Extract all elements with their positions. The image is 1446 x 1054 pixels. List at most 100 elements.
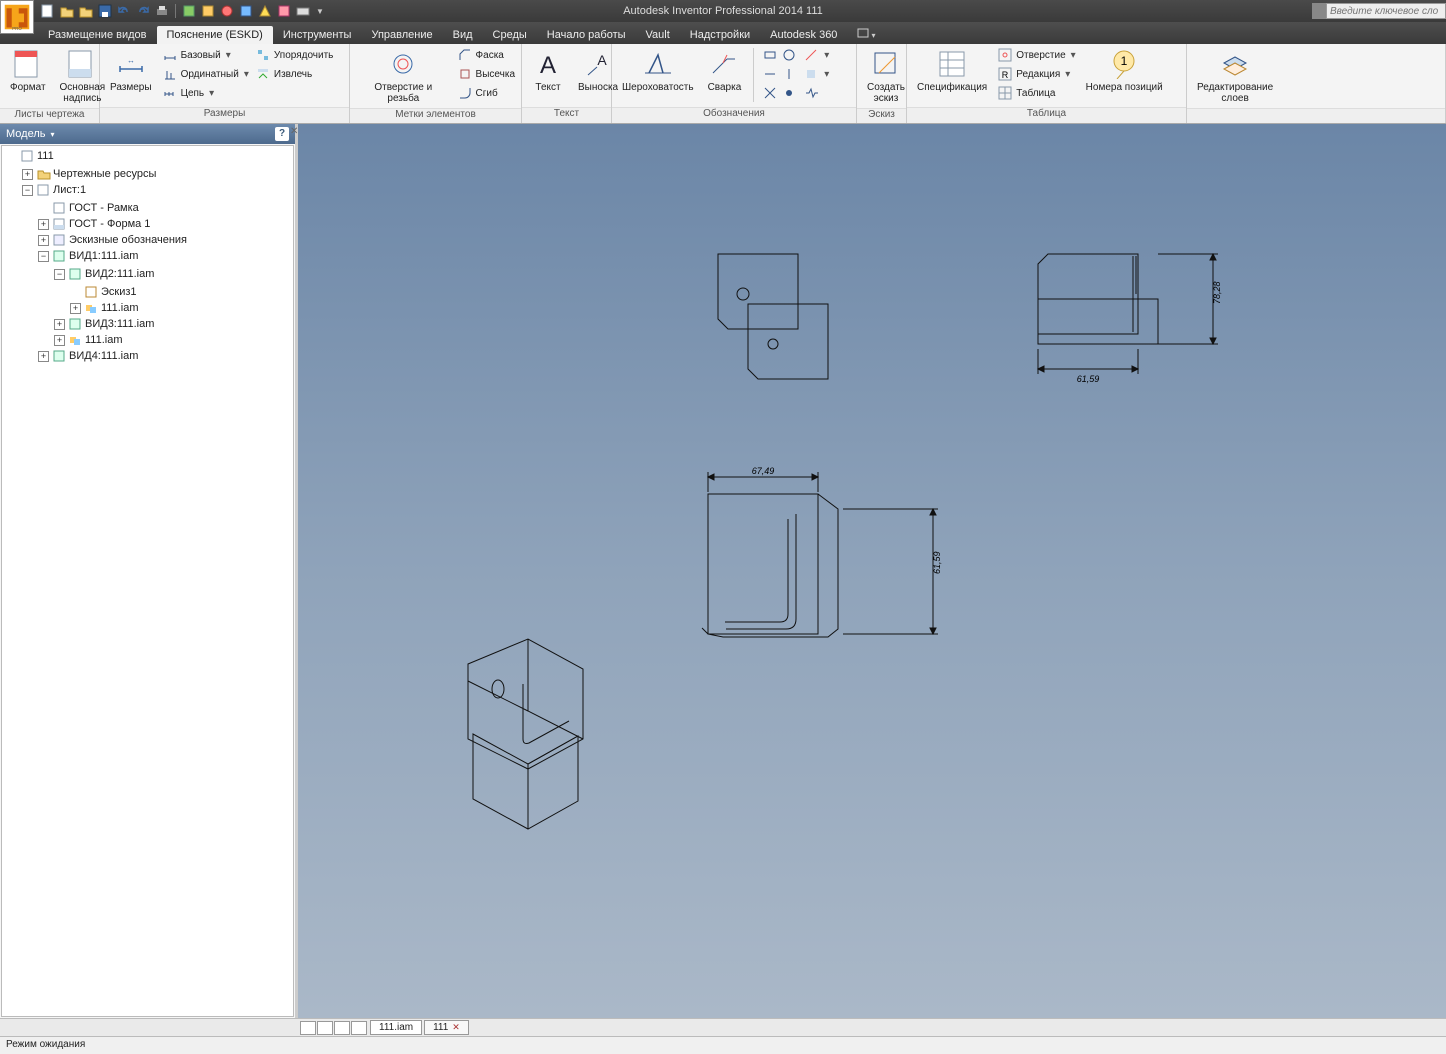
viewmode-1-icon[interactable] bbox=[300, 1021, 316, 1035]
chain-button[interactable]: Цепь▾ bbox=[162, 84, 249, 102]
qat-icon-1[interactable] bbox=[181, 3, 197, 19]
viewmode-4-icon[interactable] bbox=[351, 1021, 367, 1035]
svg-text:PRO: PRO bbox=[12, 26, 22, 31]
drawing-canvas[interactable]: 78,28 61,59 67,49 bbox=[298, 124, 1446, 1018]
doc-tab-iam[interactable]: 111.iam bbox=[370, 1020, 422, 1035]
search-arrow-icon[interactable] bbox=[1312, 3, 1326, 19]
save-icon[interactable] bbox=[97, 3, 113, 19]
help-icon[interactable]: ? bbox=[275, 127, 289, 141]
bend-button[interactable]: Сгиб bbox=[457, 84, 515, 102]
retrieve-button[interactable]: Извлечь bbox=[255, 65, 334, 83]
new-icon[interactable] bbox=[40, 3, 56, 19]
model-browser: Модель ▾ ? 111 +Чертежные ресурсы −Лист:… bbox=[0, 124, 298, 1018]
tree-item[interactable]: −ВИД1:111.iam −ВИД2:111.iam Эскиз1 +111.… bbox=[38, 248, 291, 348]
sym-1[interactable] bbox=[762, 46, 797, 64]
title-search bbox=[1312, 3, 1446, 19]
tree-item[interactable]: Эскиз1 bbox=[70, 284, 291, 300]
keyword-search-input[interactable] bbox=[1326, 3, 1446, 19]
tree-item[interactable]: +ВИД4:111.iam bbox=[38, 348, 291, 364]
open-icon[interactable] bbox=[59, 3, 75, 19]
format-button[interactable]: Формат bbox=[6, 46, 50, 95]
tab-manage[interactable]: Управление bbox=[361, 26, 442, 44]
svg-text:1: 1 bbox=[1121, 54, 1128, 68]
panel-label-dims: Размеры bbox=[100, 107, 349, 123]
viewmode-2-icon[interactable] bbox=[317, 1021, 333, 1035]
qat-icon-3[interactable] bbox=[219, 3, 235, 19]
chamfer-button[interactable]: Фаска bbox=[457, 46, 515, 64]
tree-item[interactable]: ГОСТ - Рамка bbox=[38, 200, 291, 216]
svg-text:61,59: 61,59 bbox=[1077, 374, 1100, 384]
tree-item[interactable]: +ГОСТ - Форма 1 bbox=[38, 216, 291, 232]
arrange-button[interactable]: Упорядочить bbox=[255, 46, 334, 64]
tree-item[interactable]: +Эскизные обозначения bbox=[38, 232, 291, 248]
weld-button[interactable]: Сварка bbox=[704, 46, 746, 95]
tree-item[interactable]: −ВИД2:111.iam Эскиз1 +111.iam bbox=[54, 266, 291, 316]
work-area: Модель ▾ ? 111 +Чертежные ресурсы −Лист:… bbox=[0, 124, 1446, 1018]
ribbon: Формат Основная надпись Листы чертежа ↔Р… bbox=[0, 44, 1446, 124]
tab-vault[interactable]: Vault bbox=[636, 26, 680, 44]
status-bar: Режим ожидания bbox=[0, 1036, 1446, 1054]
tree-item[interactable]: +111.iam bbox=[54, 332, 291, 348]
baseline-button[interactable]: Базовый▾ bbox=[162, 46, 249, 64]
doc-tab-idw[interactable]: 111✕ bbox=[424, 1020, 469, 1035]
tab-view[interactable]: Вид bbox=[443, 26, 483, 44]
tab-views[interactable]: Размещение видов bbox=[38, 26, 157, 44]
text-button[interactable]: AТекст bbox=[528, 46, 568, 95]
tab-extra-icon[interactable]: ▾ bbox=[847, 25, 885, 44]
sym-6[interactable] bbox=[803, 84, 829, 102]
ordinate-button[interactable]: Ординатный▾ bbox=[162, 65, 249, 83]
tree-item[interactable]: +ВИД3:111.iam bbox=[54, 316, 291, 332]
balloon-button[interactable]: 1Номера позиций bbox=[1082, 46, 1167, 95]
tree-item[interactable]: +111.iam bbox=[70, 300, 291, 316]
qat-icon-5[interactable] bbox=[257, 3, 273, 19]
qat-dropdown-icon[interactable]: ▼ bbox=[316, 7, 324, 16]
qat-icon-4[interactable] bbox=[238, 3, 254, 19]
panel-label-text: Текст bbox=[522, 107, 611, 123]
drawing-view-1 bbox=[698, 244, 858, 414]
create-sketch-button[interactable]: Создать эскиз bbox=[863, 46, 909, 106]
surface-button[interactable]: Шероховатость bbox=[618, 46, 698, 95]
separator bbox=[753, 48, 754, 102]
tab-environments[interactable]: Среды bbox=[483, 26, 537, 44]
qat-icon-2[interactable] bbox=[200, 3, 216, 19]
drawing-view-2: 78,28 61,59 bbox=[1008, 234, 1268, 434]
tab-autodesk360[interactable]: Autodesk 360 bbox=[760, 26, 847, 44]
tree-item[interactable]: −Лист:1 ГОСТ - Рамка +ГОСТ - Форма 1 +Эс… bbox=[22, 182, 291, 364]
table-button[interactable]: Таблица bbox=[997, 84, 1075, 102]
open2-icon[interactable] bbox=[78, 3, 94, 19]
dimension-button[interactable]: ↔Размеры bbox=[106, 46, 156, 95]
panel-close-icon[interactable]: ✕ bbox=[290, 126, 300, 136]
tab-tools[interactable]: Инструменты bbox=[273, 26, 362, 44]
app-logo[interactable]: PRO bbox=[0, 0, 34, 34]
sym-3[interactable] bbox=[762, 84, 797, 102]
viewmode-3-icon[interactable] bbox=[334, 1021, 350, 1035]
undo-icon[interactable] bbox=[116, 3, 132, 19]
sym-4[interactable]: ▾ bbox=[803, 46, 829, 64]
tab-getstarted[interactable]: Начало работы bbox=[537, 26, 636, 44]
panel-label-sheets: Листы чертежа bbox=[0, 108, 99, 123]
edit-layers-button[interactable]: Редактирование слоев bbox=[1193, 46, 1277, 106]
tab-annotate-eskd[interactable]: Пояснение (ESKD) bbox=[157, 26, 273, 44]
model-header[interactable]: Модель ▾ ? bbox=[0, 124, 295, 144]
bom-button[interactable]: Спецификация bbox=[913, 46, 991, 95]
qat-icon-6[interactable] bbox=[276, 3, 292, 19]
svg-text:61,59: 61,59 bbox=[932, 551, 942, 574]
tree-root[interactable]: 111 +Чертежные ресурсы −Лист:1 ГОСТ - Ра… bbox=[6, 148, 291, 364]
window-title: Autodesk Inventor Professional 2014 111 bbox=[623, 5, 823, 17]
qat-icon-7[interactable] bbox=[295, 3, 311, 19]
tab-addins[interactable]: Надстройки bbox=[680, 26, 760, 44]
sym-5[interactable]: ▾ bbox=[803, 65, 829, 83]
model-tree[interactable]: 111 +Чертежные ресурсы −Лист:1 ГОСТ - Ра… bbox=[1, 145, 294, 1017]
document-tabs: 111.iam 111✕ bbox=[0, 1018, 1446, 1036]
print-icon[interactable] bbox=[154, 3, 170, 19]
sym-2[interactable] bbox=[762, 65, 797, 83]
tree-item[interactable]: +Чертежные ресурсы bbox=[22, 166, 291, 182]
hole-table-button[interactable]: Отверстие▾ bbox=[997, 46, 1075, 64]
punch-button[interactable]: Высечка bbox=[457, 65, 515, 83]
close-icon[interactable]: ✕ bbox=[452, 1022, 460, 1033]
svg-text:67,49: 67,49 bbox=[752, 466, 775, 476]
revision-button[interactable]: RРедакция▾ bbox=[997, 65, 1075, 83]
hole-thread-button[interactable]: Отверстие и резьба bbox=[356, 46, 451, 106]
svg-text:↔: ↔ bbox=[127, 56, 135, 65]
redo-icon[interactable] bbox=[135, 3, 151, 19]
